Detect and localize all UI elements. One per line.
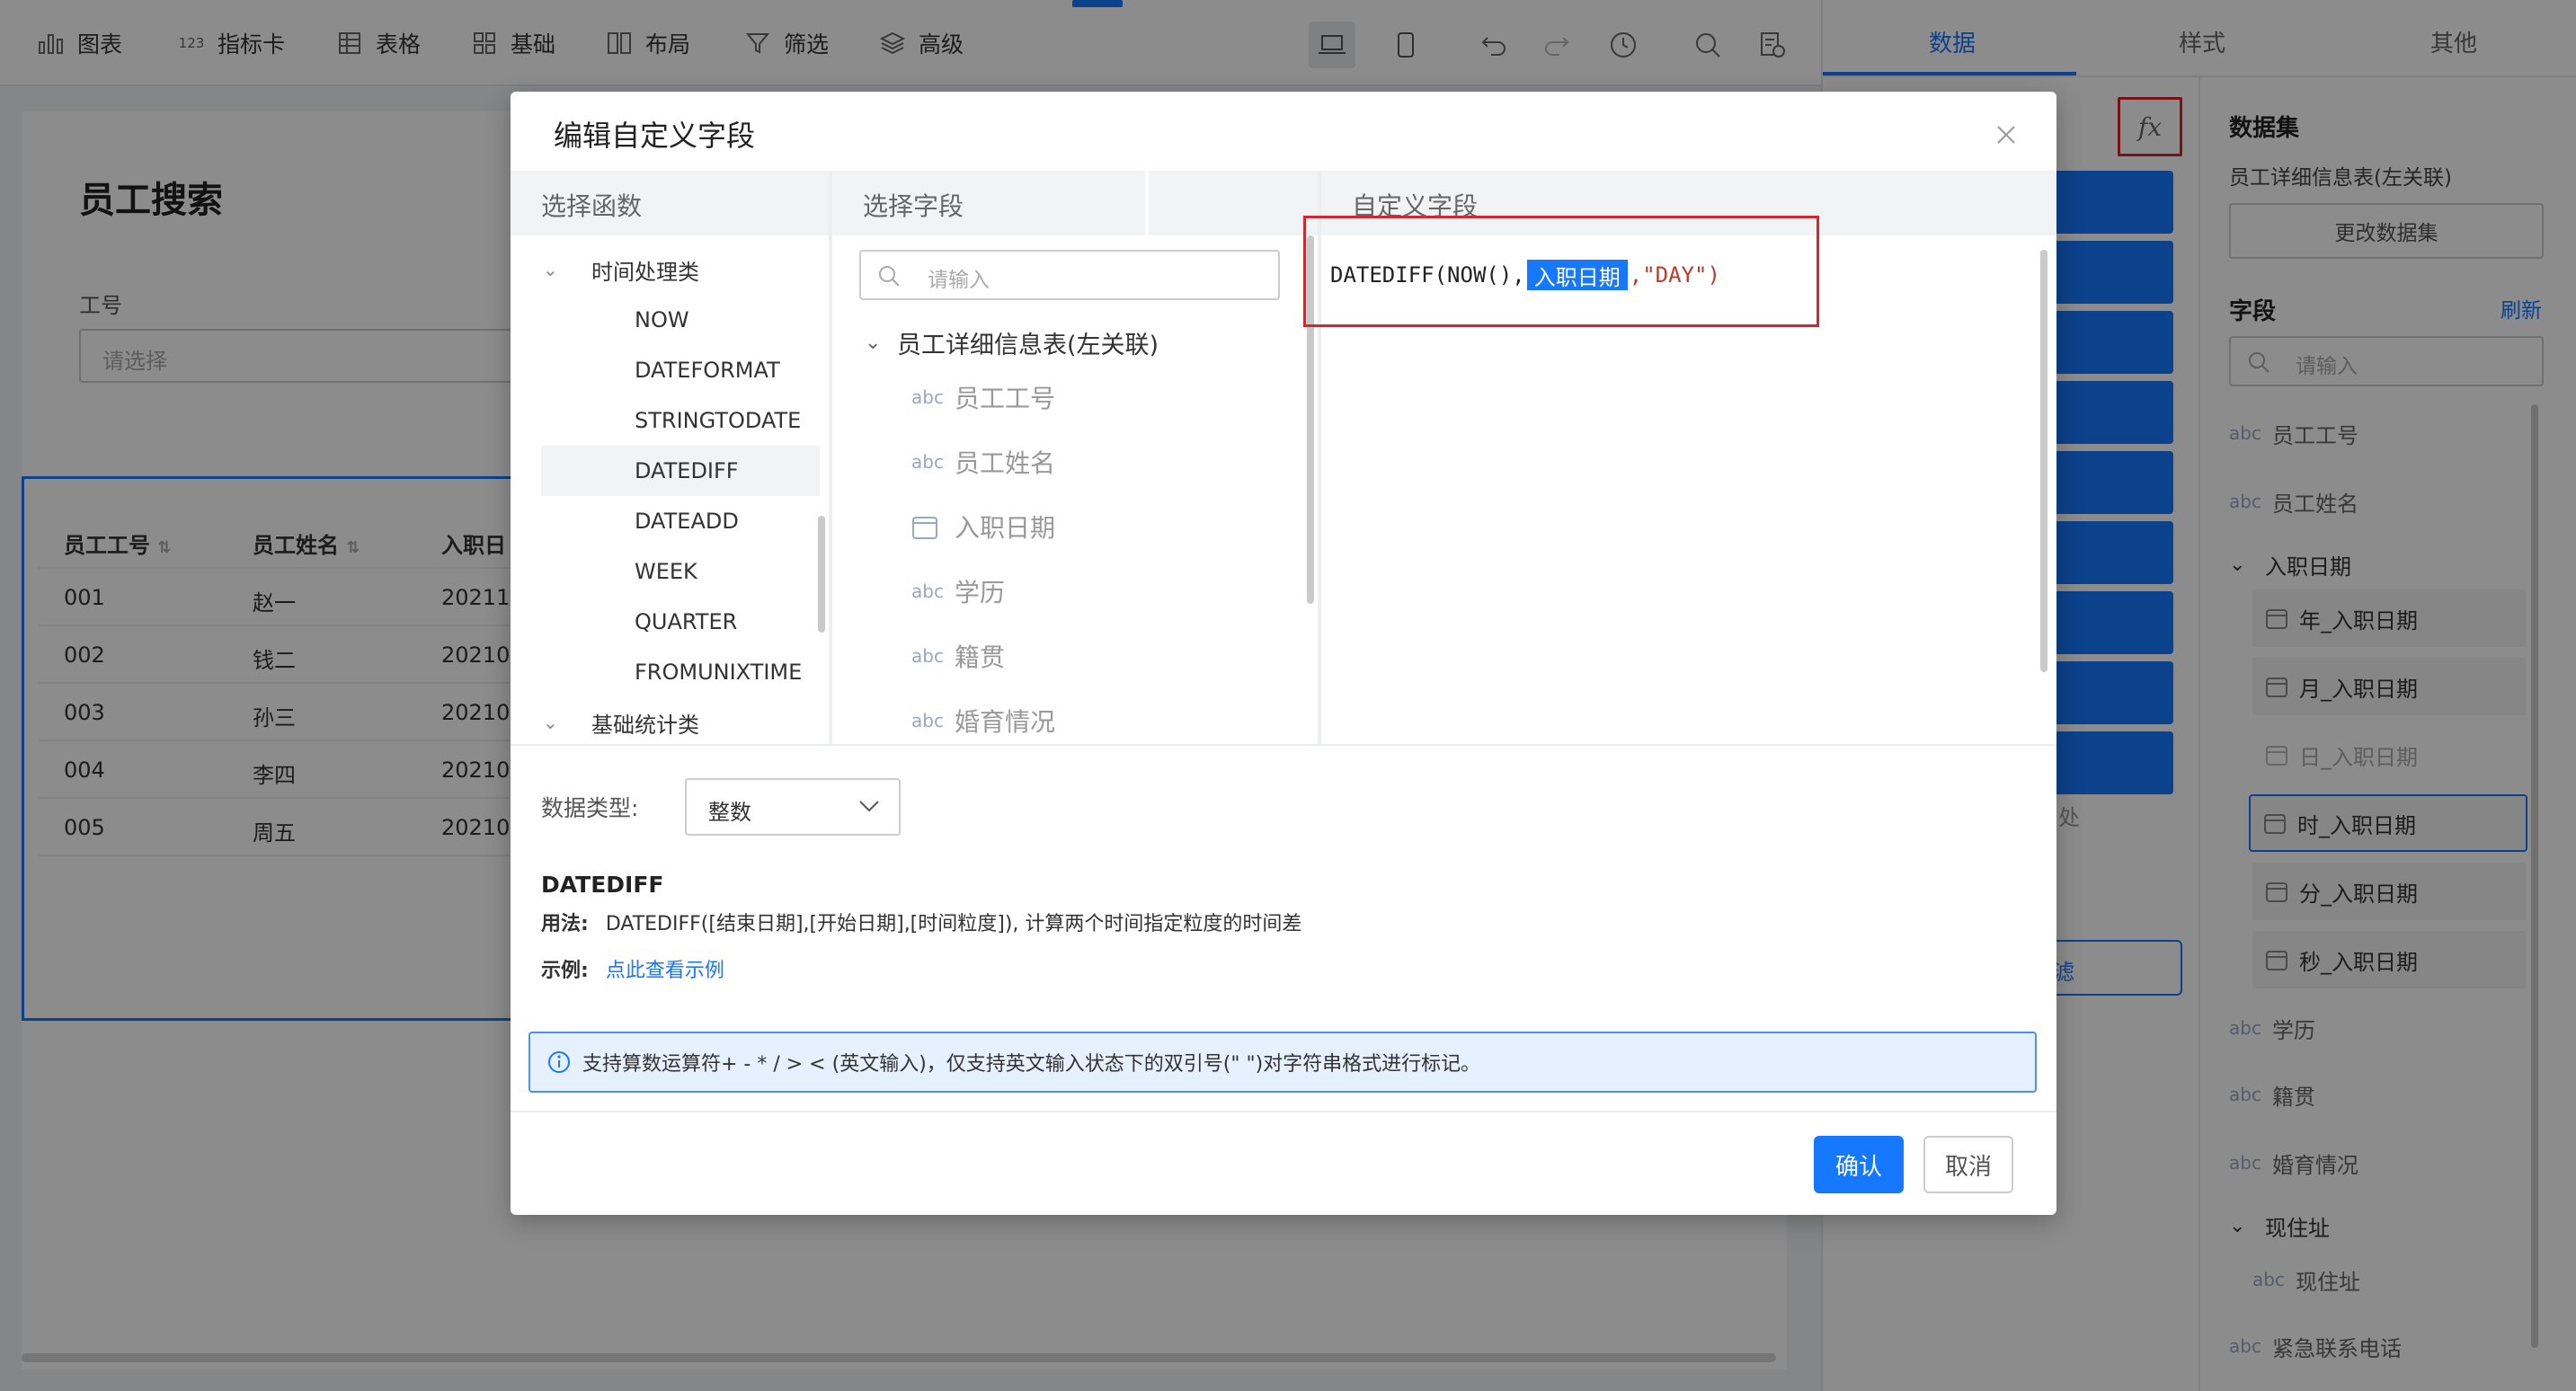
function-group[interactable]: ⌄ 基础统计类: [543, 697, 699, 744]
field-option[interactable]: abc 学历: [911, 564, 1005, 618]
chevron-down-icon: ⌄: [543, 259, 558, 280]
edit-custom-field-dialog: 编辑自定义字段 选择函数 选择字段 自定义字段 ⌄ 时间处理类 NOW DATE…: [511, 92, 2056, 1215]
formula-field-chip[interactable]: 入职日期: [1526, 260, 1628, 290]
functions-list: ⌄ 时间处理类 NOW DATEFORMAT STRINGTODATE DATE…: [511, 235, 829, 744]
field-search-placeholder: 请输入: [928, 269, 990, 292]
abc-icon: abc: [911, 645, 944, 667]
fields-column-header: 选择字段: [832, 171, 1145, 235]
usage-label: 用法:: [541, 913, 589, 935]
chevron-down-icon: ⌄: [543, 712, 558, 733]
function-group[interactable]: ⌄ 时间处理类: [543, 244, 699, 295]
footer-divider: [511, 1111, 2056, 1112]
cancel-button[interactable]: 取消: [1923, 1136, 2013, 1193]
chevron-down-icon: [857, 798, 881, 814]
example-link[interactable]: 点此查看示例: [606, 960, 724, 982]
field-table-group[interactable]: ⌄ 员工详细信息表(左关联): [865, 320, 1159, 365]
field-search-input[interactable]: 请输入: [859, 250, 1280, 300]
abc-icon: abc: [911, 386, 944, 408]
function-item[interactable]: FROMUNIXTIME: [511, 647, 816, 697]
data-type-label: 数据类型:: [541, 795, 639, 821]
info-banner: 支持算数运算符+ - * / > < (英文输入)，仅支持英文输入状态下的双引号…: [529, 1032, 2037, 1093]
abc-icon: abc: [911, 580, 944, 602]
section-divider: [511, 744, 2056, 746]
editor-scrollbar[interactable]: [2040, 250, 2047, 672]
fields-column-header-filler: [1149, 171, 1318, 235]
abc-icon: abc: [911, 451, 944, 473]
data-type-value: 整数: [708, 800, 751, 825]
close-icon: [1995, 124, 2017, 146]
search-icon: [877, 264, 901, 288]
abc-icon: abc: [911, 710, 944, 731]
confirm-button[interactable]: 确认: [1814, 1136, 1904, 1193]
example-line: 示例: 点此查看示例: [541, 954, 724, 983]
fields-list: 请输入 ⌄ 员工详细信息表(左关联) abc 员工工号 abc 员工姓名 入职日期 …: [832, 235, 1318, 744]
function-item[interactable]: DATEFORMAT: [511, 345, 816, 395]
close-button[interactable]: [1986, 115, 2026, 155]
function-item-selected[interactable]: DATEDIFF: [541, 446, 820, 496]
function-item[interactable]: WEEK: [511, 546, 816, 597]
field-option[interactable]: abc 员工工号: [911, 370, 1055, 424]
calendar-icon: [911, 513, 955, 540]
function-item[interactable]: STRINGTODATE: [511, 395, 816, 446]
formula-line: DATEDIFF(NOW(), 入职日期 ,"DAY"): [1330, 257, 1720, 293]
chevron-down-icon: ⌄: [865, 331, 882, 354]
functions-column-header: 选择函数: [511, 171, 829, 235]
function-item[interactable]: NOW: [511, 295, 816, 345]
usage-text: DATEDIFF([结束日期],[开始日期],[时间粒度]), 计算两个时间指定…: [605, 913, 1302, 935]
field-option[interactable]: abc 籍贯: [911, 629, 1005, 683]
usage-line: 用法: DATEDIFF([结束日期],[开始日期],[时间粒度]), 计算两个…: [541, 908, 1301, 936]
formula-text: ,"DAY"): [1629, 262, 1720, 288]
field-option[interactable]: 入职日期: [911, 500, 1055, 554]
field-option[interactable]: abc 员工姓名: [911, 435, 1055, 489]
data-type-select[interactable]: 整数: [685, 778, 901, 836]
function-item[interactable]: DATEADD: [511, 496, 816, 546]
example-label: 示例:: [541, 960, 589, 982]
info-text: 支持算数运算符+ - * / > < (英文输入)，仅支持英文输入状态下的双引号…: [582, 1053, 1481, 1076]
functions-scrollbar[interactable]: [818, 516, 825, 633]
info-icon: [546, 1050, 572, 1075]
field-option[interactable]: abc 婚育情况: [911, 694, 1055, 744]
function-item[interactable]: QUARTER: [511, 597, 816, 647]
dialog-title: 编辑自定义字段: [554, 119, 756, 153]
function-name: DATEDIFF: [541, 872, 664, 898]
formula-text: DATEDIFF(NOW(),: [1330, 262, 1525, 288]
